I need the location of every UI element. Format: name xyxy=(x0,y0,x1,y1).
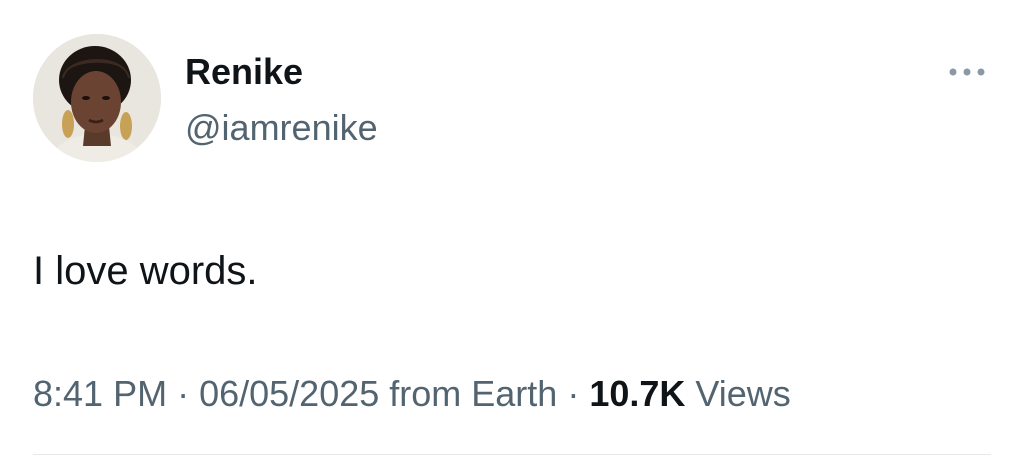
profile-photo-icon xyxy=(33,34,161,162)
more-horizontal-icon xyxy=(949,68,985,76)
avatar[interactable] xyxy=(33,34,161,162)
tweet-text: I love words. xyxy=(33,249,258,293)
meta-separator: · xyxy=(167,373,200,414)
tweet-meta: 8:41 PM · 06/05/2025 from Earth · 10.7K … xyxy=(33,373,791,415)
tweet-date[interactable]: 06/05/2025 xyxy=(199,373,379,414)
views-count[interactable]: 10.7K xyxy=(589,373,685,414)
tweet-card: Renike @iamrenike I love words. 8:41 PM … xyxy=(0,0,1024,459)
tweet-source: from Earth xyxy=(379,373,558,414)
divider xyxy=(33,454,991,455)
author-name[interactable]: Renike xyxy=(185,52,303,92)
meta-separator: · xyxy=(557,373,590,414)
views-label[interactable]: Views xyxy=(685,373,790,414)
more-options-button[interactable] xyxy=(944,58,990,86)
tweet-time[interactable]: 8:41 PM xyxy=(33,373,167,414)
author-handle[interactable]: @iamrenike xyxy=(185,108,378,148)
